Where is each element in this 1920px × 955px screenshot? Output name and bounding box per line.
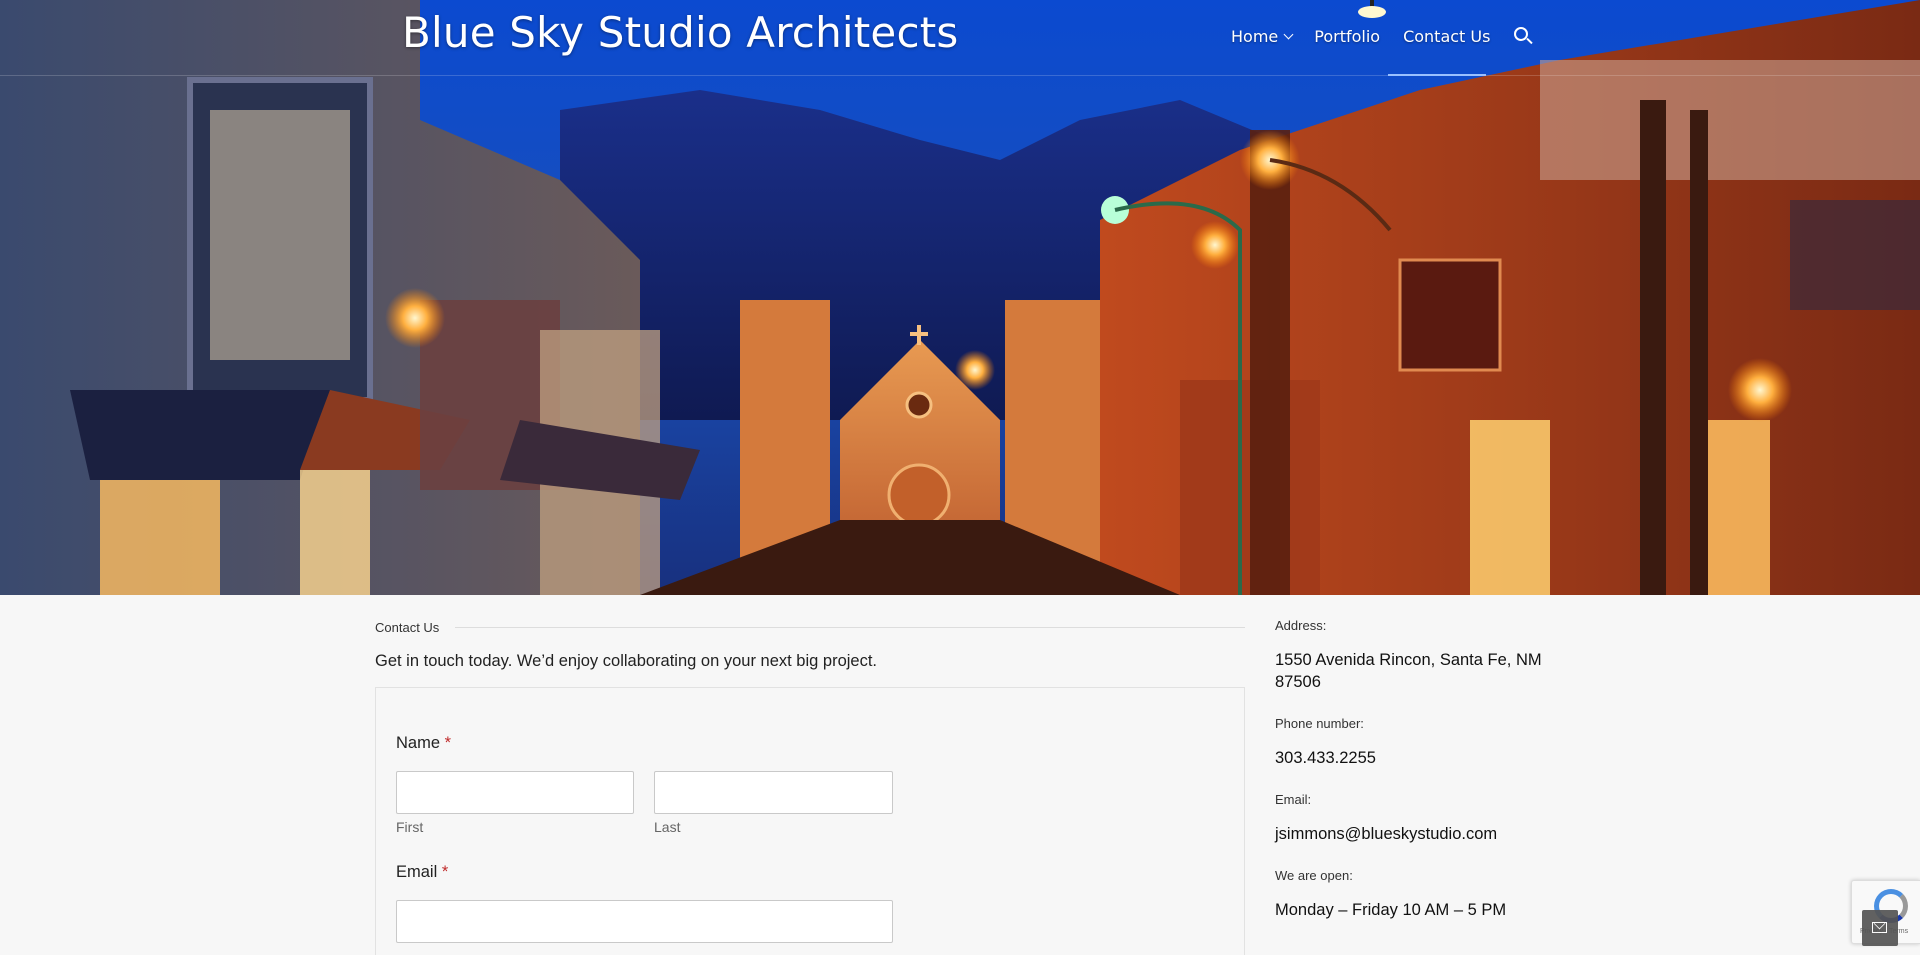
hours-value: Monday – Friday 10 AM – 5 PM [1275,901,1507,919]
chevron-down-icon [1283,29,1294,39]
contact-sidebar: Address: 1550 Avenida Rincon, Santa Fe, … [1275,618,1565,921]
first-sublabel: First [396,819,424,835]
email-label-text: Email [396,863,438,881]
nav-item-portfolio[interactable]: Portfolio [1314,27,1380,46]
intro-text: Get in touch today. We’d enjoy collabora… [375,652,878,670]
section-heading-rule [455,627,1245,628]
hours-label: We are open: [1275,868,1353,883]
nav-active-indicator [1388,74,1486,76]
name-label-text: Name [396,734,441,752]
nav-item-contact-us[interactable]: Contact Us [1403,27,1490,46]
nav-label-contact-us: Contact Us [1403,26,1491,46]
hero-banner: Blue Sky Studio Architects Home Portfoli… [0,0,1920,595]
name-label: Name * [396,734,451,753]
mail-button[interactable] [1862,910,1898,946]
required-mark: * [444,734,452,752]
header-divider [0,75,1920,76]
contact-form: Name * First Last Email * [375,687,1245,955]
search-icon[interactable] [1513,26,1534,46]
last-sublabel: Last [654,819,681,835]
section-heading: Contact Us [375,620,1245,635]
site-title[interactable]: Blue Sky Studio Architects [402,8,959,57]
email-info-value[interactable]: jsimmons@blueskystudio.com [1275,823,1565,845]
nav-label-portfolio: Portfolio [1314,26,1381,46]
first-name-input[interactable] [396,771,634,814]
hero-street-image [0,0,1920,595]
address-value: 1550 Avenida Rincon, Santa Fe, NM 87506 [1275,651,1542,691]
email-info-label: Email: [1275,792,1312,807]
address-label: Address: [1275,618,1327,633]
nav-label-home: Home [1231,26,1279,46]
required-mark: * [441,863,449,881]
main-nav: Home Portfolio Contact Us [1231,26,1534,46]
phone-value[interactable]: 303.433.2255 [1275,747,1565,769]
section-heading-text: Contact Us [375,620,440,635]
last-name-input[interactable] [654,771,893,814]
contact-main: Contact Us Get in touch today. We’d enjo… [375,620,1245,955]
email-label: Email * [396,863,448,882]
nav-item-home[interactable]: Home [1231,26,1294,46]
email-input[interactable] [396,900,893,943]
phone-label: Phone number: [1275,716,1364,731]
